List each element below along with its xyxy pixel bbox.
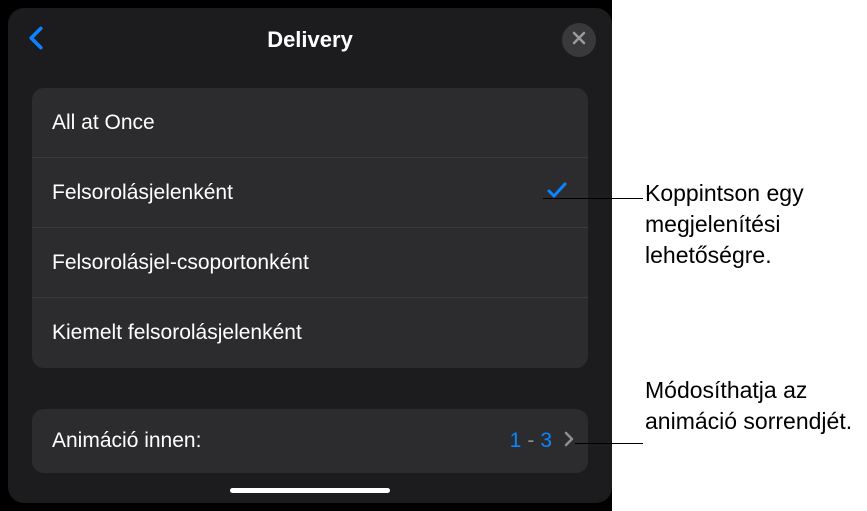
option-by-bullet-group[interactable]: Felsorolásjel-csoportonként <box>32 228 588 298</box>
animate-from-row[interactable]: Animáció innen: 1 - 3 <box>32 409 588 473</box>
animate-from-number: 1 <box>510 429 522 453</box>
panel-header: Delivery <box>8 8 612 72</box>
back-button[interactable] <box>22 26 50 54</box>
close-icon <box>572 31 586 50</box>
callout-change-order: Módosíthatja az animáció sorrendjét. <box>645 375 860 437</box>
home-indicator <box>230 488 390 493</box>
animate-to-number: 3 <box>540 429 552 453</box>
checkmark-icon <box>546 179 568 206</box>
callout-line-1 <box>543 198 643 199</box>
option-by-bullet[interactable]: Felsorolásjelenként <box>32 158 588 228</box>
delivery-panel: Delivery All at Once Felsorolásjelenként <box>8 8 612 503</box>
panel-title: Delivery <box>267 27 353 53</box>
option-label: Kiemelt felsorolásjelenként <box>52 321 302 345</box>
chevron-right-icon <box>558 431 574 452</box>
animate-dash: - <box>527 429 534 453</box>
option-label: All at Once <box>52 111 155 135</box>
delivery-options-group: All at Once Felsorolásjelenként Felsorol… <box>32 88 588 368</box>
option-all-at-once[interactable]: All at Once <box>32 88 588 158</box>
animate-from-label: Animáció innen: <box>52 429 201 453</box>
option-label: Felsorolásjel-csoportonként <box>52 251 309 275</box>
panel-content: All at Once Felsorolásjelenként Felsorol… <box>8 72 612 503</box>
spacer <box>32 368 588 409</box>
option-by-highlighted-bullet[interactable]: Kiemelt felsorolásjelenként <box>32 298 588 368</box>
callout-tap-option: Koppintson egy megjelenítési lehetőségre… <box>645 178 860 271</box>
close-button[interactable] <box>562 23 596 57</box>
animate-from-value: 1 - 3 <box>510 429 574 453</box>
option-label: Felsorolásjelenként <box>52 181 233 205</box>
chevron-left-icon <box>27 26 45 55</box>
callout-line-2 <box>575 443 643 444</box>
